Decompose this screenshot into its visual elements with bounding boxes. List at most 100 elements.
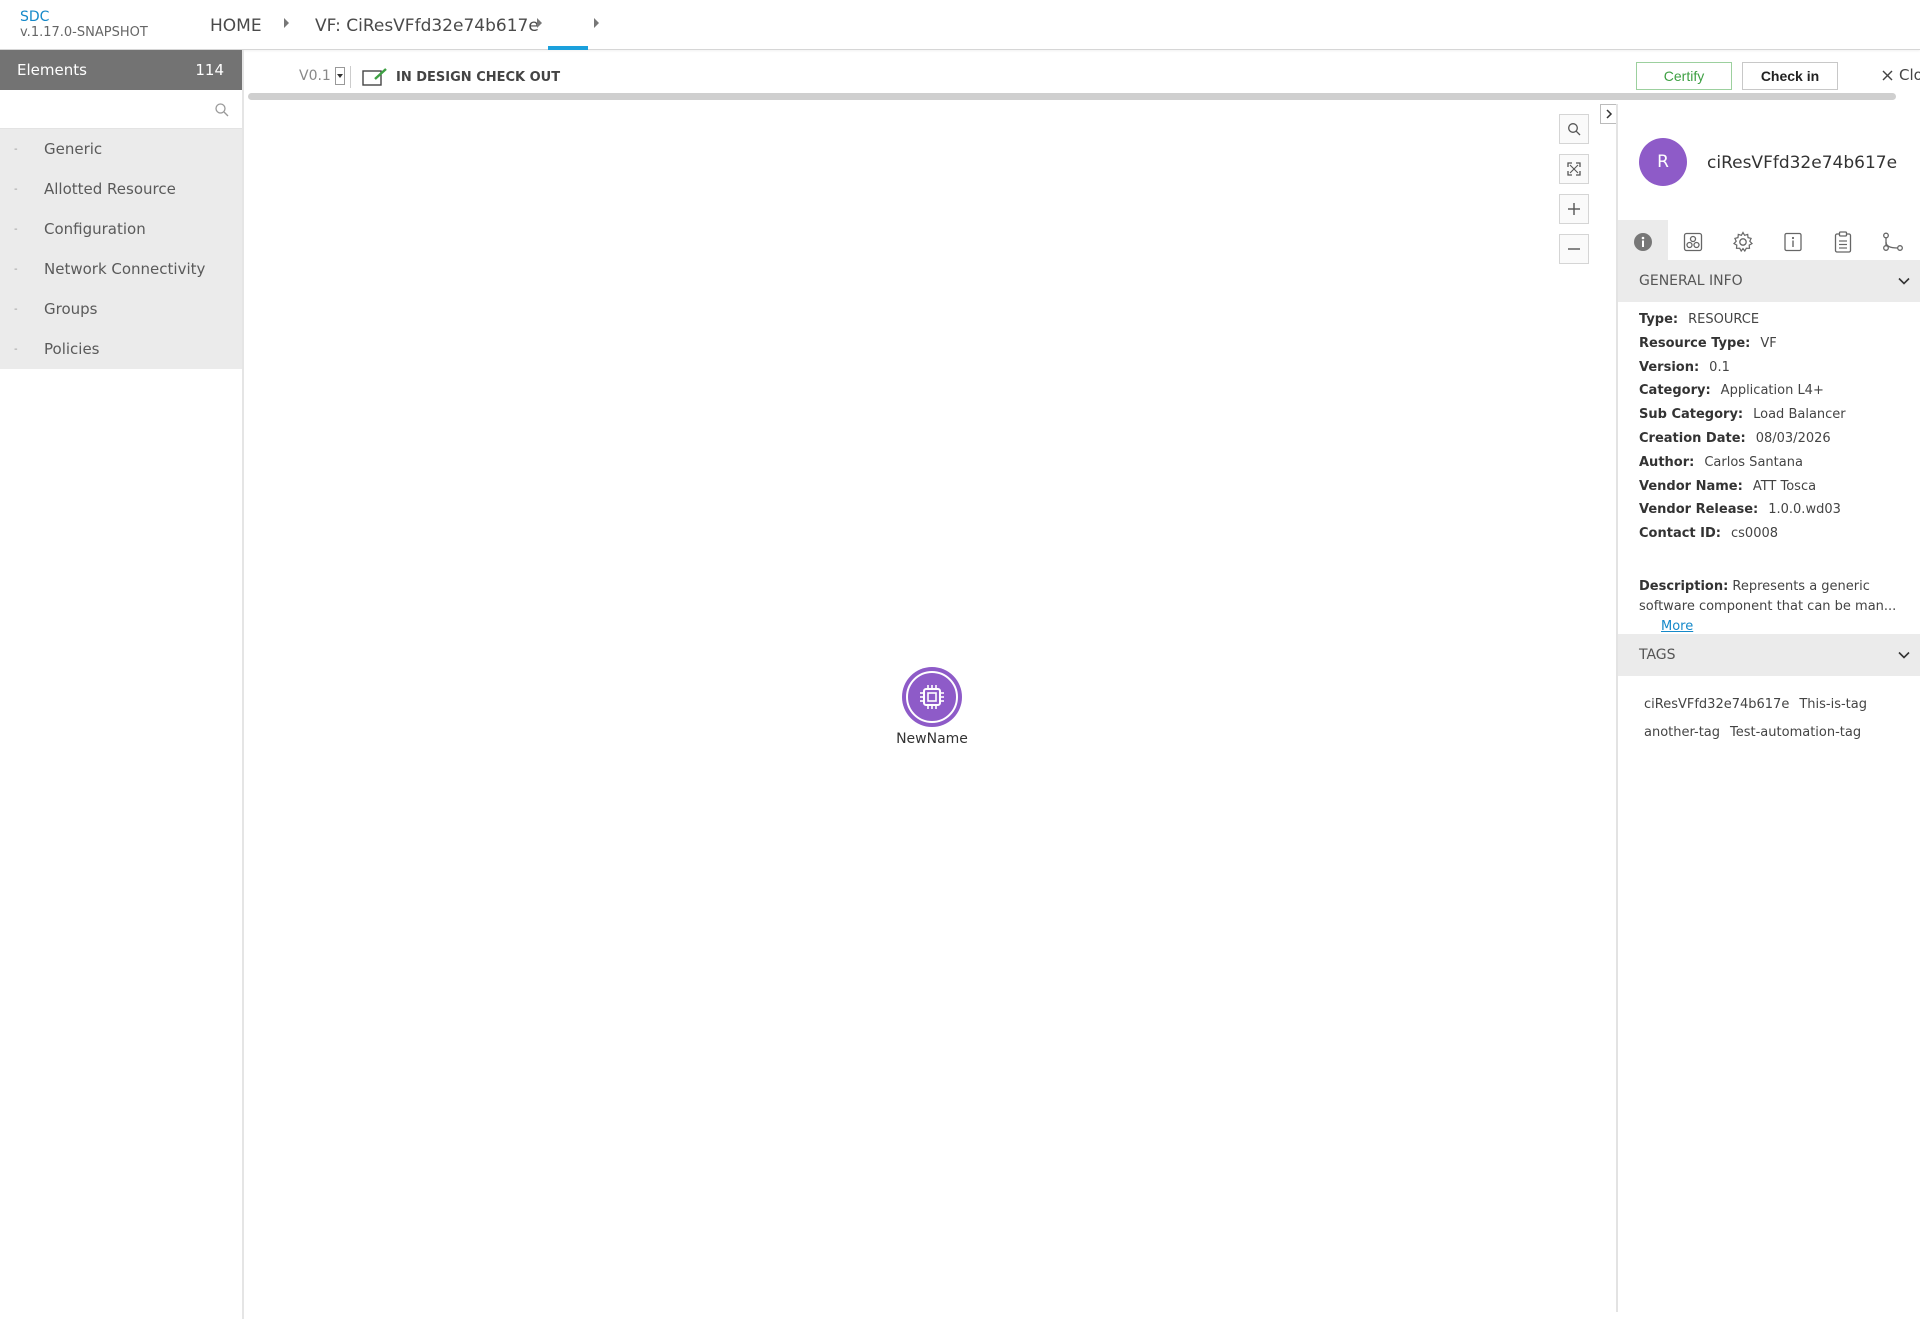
info-label: Vendor Name:: [1639, 478, 1743, 494]
canvas-node[interactable]: [902, 667, 962, 727]
chevron-down-icon: [1898, 651, 1910, 659]
app-version: v.1.17.0-SNAPSHOT: [20, 25, 148, 40]
fit-to-screen-button[interactable]: [1559, 154, 1589, 184]
clipboard-icon: [1834, 231, 1852, 253]
tab-deployment-artifacts[interactable]: [1668, 220, 1718, 264]
info-vendor-name: Vendor Name: ATT Tosca: [1639, 479, 1914, 503]
active-breadcrumb-indicator: [548, 46, 588, 50]
info-label: Creation Date:: [1639, 430, 1746, 446]
breadcrumb-dropdown-icon[interactable]: [537, 18, 542, 28]
certify-button[interactable]: Certify: [1636, 62, 1732, 90]
info-value: cs0008: [1731, 526, 1779, 542]
info-value: VF: [1760, 335, 1777, 351]
properties-icon: [1784, 232, 1802, 252]
chip-icon: [920, 685, 944, 709]
tab-requirements[interactable]: [1818, 220, 1868, 264]
elements-header: Elements 114: [0, 50, 242, 90]
close-button[interactable]: Clo: [1882, 66, 1920, 84]
category-groups[interactable]: - Groups: [0, 289, 242, 329]
elements-title: Elements: [17, 61, 87, 79]
category-label: Groups: [44, 300, 98, 318]
zoom-out-button[interactable]: [1559, 234, 1589, 264]
elements-panel: Elements 114 - Generic - Allotted Resource…: [0, 50, 244, 1319]
close-icon: [1882, 70, 1893, 80]
info-resource-type: Resource Type: VF: [1639, 336, 1914, 360]
search-icon: [1568, 123, 1581, 136]
category-label: Allotted Resource: [44, 180, 176, 198]
tab-information[interactable]: [1768, 220, 1818, 264]
category-list: - Generic - Allotted Resource - Configurati…: [0, 129, 242, 369]
info-value: Load Balancer: [1753, 407, 1846, 423]
info-value: RESOURCE: [1688, 312, 1760, 327]
horizontal-scrollbar[interactable]: [248, 93, 1896, 100]
general-info-section-header[interactable]: GENERAL INFO: [1618, 260, 1920, 302]
category-label: Policies: [44, 340, 100, 358]
tab-general-info[interactable]: [1618, 220, 1668, 264]
canvas-search-button[interactable]: [1559, 114, 1589, 144]
info-label: Contact ID:: [1639, 526, 1721, 542]
status-text: IN DESIGN CHECK OUT: [396, 69, 561, 85]
node-label: NewName: [896, 731, 968, 747]
tag-row: another-tag Test-automation-tag: [1644, 718, 1919, 746]
info-contact-id: Contact ID: cs0008: [1639, 526, 1914, 550]
tags-section-header[interactable]: TAGS: [1618, 634, 1920, 676]
checkout-edit-icon: [362, 68, 387, 86]
check-in-button[interactable]: Check in: [1742, 62, 1838, 90]
info-creation-date: Creation Date: 08/03/2026: [1639, 431, 1914, 455]
tag-row: ciResVFfd32e74b617e This-is-tag: [1644, 690, 1919, 718]
node-ring: [906, 671, 958, 723]
deployment-icon: [1683, 232, 1703, 252]
category-network-connectivity[interactable]: - Network Connectivity: [0, 249, 242, 289]
tab-composition[interactable]: [1868, 220, 1918, 264]
close-label: Clo: [1899, 66, 1920, 84]
info-vendor-release: Vendor Release: 1.0.0.wd03: [1639, 502, 1914, 526]
description: Description: Represents a generic softwa…: [1639, 577, 1914, 637]
tag-list: ciResVFfd32e74b617e This-is-tag another-…: [1644, 690, 1919, 746]
logo[interactable]: SDC v.1.17.0-SNAPSHOT: [20, 9, 148, 41]
category-generic[interactable]: - Generic: [0, 129, 242, 169]
elements-search-input[interactable]: [0, 90, 242, 128]
composition-icon: [1883, 232, 1903, 251]
info-type: Type: RESOURCE: [1639, 312, 1914, 336]
chevron-down-icon: [1898, 277, 1910, 285]
tag: This-is-tag: [1799, 696, 1867, 712]
brand-name: SDC: [20, 9, 50, 25]
top-bar: SDC v.1.17.0-SNAPSHOT HOME VF: CiResVFfd…: [0, 0, 1920, 50]
expand-icon: -: [14, 263, 18, 275]
expand-icon: -: [14, 223, 18, 235]
category-policies[interactable]: - Policies: [0, 329, 242, 369]
info-label: Sub Category:: [1639, 407, 1744, 423]
tag: another-tag: [1644, 724, 1721, 740]
info-value: Application L4+: [1720, 383, 1824, 399]
zoom-in-button[interactable]: [1559, 194, 1589, 224]
version-select[interactable]: V0.1: [299, 67, 345, 85]
category-label: Network Connectivity: [44, 260, 206, 278]
tag: Test-automation-tag: [1730, 724, 1862, 740]
tab-properties[interactable]: [1718, 220, 1768, 264]
info-value: 1.0.0.wd03: [1768, 502, 1841, 518]
zoom-in-icon: [1568, 203, 1580, 215]
breadcrumb-home[interactable]: HOME: [210, 16, 262, 36]
elements-search: [0, 90, 242, 129]
search-icon[interactable]: [214, 102, 230, 118]
category-allotted-resource[interactable]: - Allotted Resource: [0, 169, 242, 209]
info-icon: [1634, 233, 1652, 251]
chevron-down-icon: [334, 67, 345, 85]
breadcrumb-vf[interactable]: VF: CiResVFfd32e74b617e: [315, 16, 539, 36]
chevron-right-icon: [1606, 109, 1613, 119]
category-configuration[interactable]: - Configuration: [0, 209, 242, 249]
elements-count: 114: [195, 61, 224, 79]
details-panel: R ciResVFfd32e74b617e GENERAL INFO Type:…: [1616, 104, 1920, 1312]
info-label: Type:: [1639, 312, 1679, 327]
tags-title: TAGS: [1639, 647, 1676, 663]
info-value: 0.1: [1709, 359, 1730, 375]
more-link[interactable]: More: [1661, 619, 1693, 634]
fit-screen-icon: [1567, 162, 1581, 176]
info-author: Author: Carlos Santana: [1639, 455, 1914, 479]
category-label: Configuration: [44, 220, 146, 238]
breadcrumb-dropdown-icon[interactable]: [594, 18, 599, 28]
info-label: Author:: [1639, 454, 1695, 470]
component-title: ciResVFfd32e74b617e: [1707, 153, 1898, 173]
general-info-list: Type: RESOURCE Resource Type: VF Version: 0…: [1639, 312, 1914, 550]
info-label: Category:: [1639, 383, 1711, 399]
